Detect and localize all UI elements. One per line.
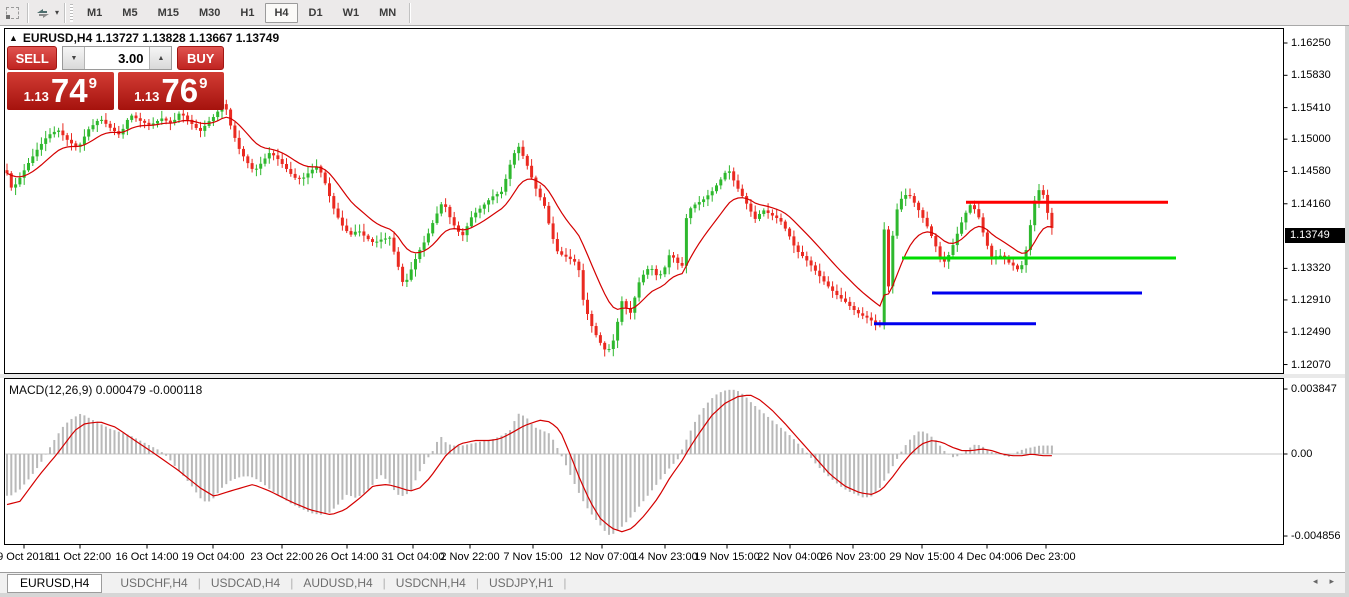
time-axis-label: 19 Oct 04:00 [182, 551, 245, 563]
macd-axis-label: -0.004856 [1291, 530, 1341, 542]
toolbar-separator [409, 3, 410, 23]
tab-scroll-left-icon[interactable]: ◂ [1313, 576, 1330, 586]
time-axis-label: 11 Oct 22:00 [49, 551, 111, 563]
price-axis-label: 1.12490 [1291, 326, 1331, 338]
mt4-window: ▾ M1M5M15M30H1H4D1W1MN ▲ EURUSD,H4 1.1372… [0, 0, 1349, 597]
time-axis-label: 2 Nov 22:00 [440, 551, 499, 563]
time-axis-label: 9 Oct 2018 [0, 551, 51, 563]
tab-USDCNH,H4[interactable]: USDCNH,H4 [386, 576, 476, 590]
timeframe-button-w1[interactable]: W1 [334, 3, 369, 23]
time-axis-label: 29 Nov 15:00 [889, 551, 954, 563]
symbol-ohlc-header: ▲ EURUSD,H4 1.13727 1.13828 1.13667 1.137… [9, 31, 279, 45]
bid-price-tile[interactable]: 1.13 74 9 [7, 72, 114, 110]
price-axis-label: 1.15830 [1291, 69, 1331, 81]
time-axis-label: 26 Oct 14:00 [316, 551, 379, 563]
price-axis-label: 1.12070 [1291, 359, 1331, 371]
symbol-ohlc-text: EURUSD,H4 1.13727 1.13828 1.13667 1.1374… [23, 31, 279, 45]
timeframe-button-m5[interactable]: M5 [113, 3, 146, 23]
volume-decrease-button[interactable]: ▼ [63, 47, 85, 69]
macd-axis-label: 0.00 [1291, 448, 1312, 460]
time-axis-label: 26 Nov 23:00 [820, 551, 885, 563]
time-axis-label: 7 Nov 15:00 [503, 551, 562, 563]
volume-stepper: ▼ ▲ [62, 46, 172, 70]
bid-price-prefix: 1.13 [24, 89, 49, 104]
price-axis-label: 1.15000 [1291, 133, 1331, 145]
window-bottom-edge [0, 593, 1349, 597]
symbol-marker-icon: ▲ [9, 33, 18, 43]
sell-button[interactable]: SELL [7, 46, 57, 70]
ask-price-prefix: 1.13 [134, 89, 159, 104]
price-axis-label: 1.15410 [1291, 102, 1331, 114]
price-axis-label: 1.14580 [1291, 165, 1331, 177]
time-axis-label: 14 Nov 23:00 [632, 551, 697, 563]
ask-price-sup: 9 [199, 75, 207, 92]
price-axis-label: 1.14160 [1291, 198, 1331, 210]
toolbar: ▾ M1M5M15M30H1H4D1W1MN [0, 0, 1349, 26]
time-axis-label: 12 Nov 07:00 [569, 551, 634, 563]
time-axis-label: 22 Nov 04:00 [757, 551, 822, 563]
tab-USDJPY,H1[interactable]: USDJPY,H1 [479, 576, 563, 590]
window-right-edge [1345, 26, 1349, 597]
volume-increase-button[interactable]: ▲ [149, 47, 171, 69]
time-axis-label: 31 Oct 04:00 [382, 551, 445, 563]
time-axis-label: 19 Nov 15:00 [694, 551, 759, 563]
timeframe-button-m15[interactable]: M15 [149, 3, 188, 23]
volume-input[interactable] [85, 47, 149, 69]
chart-window-icon[interactable] [3, 5, 21, 21]
ask-price-big: 76 [161, 73, 198, 109]
timeframe-button-h1[interactable]: H1 [231, 3, 263, 23]
macd-indicator-label: MACD(12,26,9) 0.000479 -0.000118 [9, 383, 202, 397]
current-price-badge: 1.13749 [1285, 228, 1347, 243]
tab-separator: | [563, 576, 566, 590]
toolbar-separator [27, 3, 28, 23]
time-axis-label: 16 Oct 14:00 [116, 551, 179, 563]
buy-button[interactable]: BUY [177, 46, 224, 70]
macd-axis-label: 0.003847 [1291, 383, 1337, 395]
time-axis-label: 4 Dec 04:00 [957, 551, 1016, 563]
timeframe-button-m1[interactable]: M1 [78, 3, 111, 23]
price-axis-label: 1.16250 [1291, 37, 1331, 49]
timeframe-toolbar: M1M5M15M30H1H4D1W1MN [77, 3, 406, 23]
timeframe-button-mn[interactable]: MN [370, 3, 405, 23]
symbol-tab-bar: EURUSD,H4USDCHF,H4|USDCAD,H4|AUDUSD,H4|U… [0, 572, 1345, 593]
timeframe-button-d1[interactable]: D1 [300, 3, 332, 23]
bid-price-sup: 9 [89, 75, 97, 92]
tab-USDCHF,H4[interactable]: USDCHF,H4 [110, 576, 197, 590]
tab-scroll-arrows: ◂▸ [1313, 576, 1346, 587]
one-click-trade-panel: SELL ▼ ▲ BUY 1.13 74 9 1.13 76 9 [7, 46, 224, 110]
toolbar-separator [64, 3, 65, 23]
dropdown-caret-icon[interactable]: ▾ [55, 8, 59, 17]
tile-windows-icon[interactable] [34, 5, 52, 21]
timeframe-button-m30[interactable]: M30 [190, 3, 229, 23]
time-axis-label: 6 Dec 23:00 [1016, 551, 1075, 563]
toolbar-grip[interactable] [70, 4, 73, 22]
tab-EURUSD,H4[interactable]: EURUSD,H4 [7, 574, 102, 593]
price-axis-label: 1.12910 [1291, 294, 1331, 306]
time-axis-label: 23 Oct 22:00 [251, 551, 314, 563]
tab-AUDUSD,H4[interactable]: AUDUSD,H4 [293, 576, 382, 590]
ask-price-tile[interactable]: 1.13 76 9 [118, 72, 225, 110]
timeframe-button-h4[interactable]: H4 [265, 3, 297, 23]
tab-scroll-right-icon[interactable]: ▸ [1330, 576, 1347, 586]
bid-price-big: 74 [51, 73, 88, 109]
tab-USDCAD,H4[interactable]: USDCAD,H4 [201, 576, 290, 590]
price-axis-label: 1.13320 [1291, 262, 1331, 274]
